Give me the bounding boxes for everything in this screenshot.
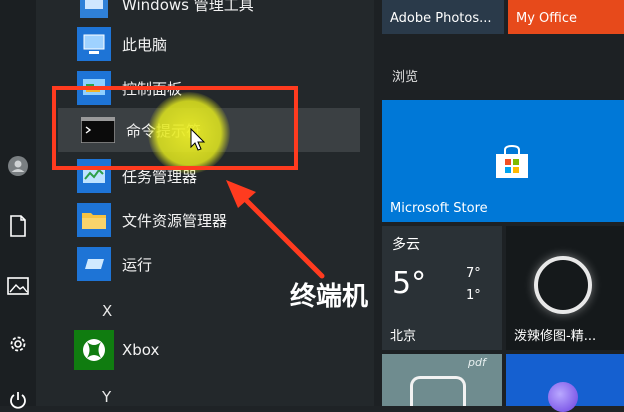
tile-label: 泼辣修图-精... <box>514 329 597 344</box>
admin-tools-icon <box>74 0 114 24</box>
letter-header-y[interactable]: Y <box>102 388 111 406</box>
folder-icon <box>74 200 114 240</box>
tile-weather[interactable]: 多云 5° 7° 1° 北京 <box>382 226 502 350</box>
document-icon[interactable] <box>6 214 30 238</box>
app-xbox[interactable]: Xbox <box>74 330 159 370</box>
letter-header-x[interactable]: X <box>102 302 112 320</box>
app-run[interactable]: 运行 <box>74 244 152 284</box>
start-menu-rail <box>0 0 36 409</box>
tile-pdf-app[interactable]: pdf <box>382 354 502 406</box>
weather-temp: 5° <box>392 266 427 301</box>
blue-orb-icon <box>548 382 578 412</box>
tile-area: Adobe Photos... My Office 浏览 Microsoft S… <box>374 0 624 412</box>
weather-city: 北京 <box>390 329 417 344</box>
app-this-pc[interactable]: 此电脑 <box>74 24 167 64</box>
power-icon[interactable] <box>6 388 30 412</box>
app-label: Xbox <box>122 341 160 359</box>
settings-gear-icon[interactable] <box>6 332 30 356</box>
app-file-explorer[interactable]: 文件资源管理器 <box>74 200 227 240</box>
tile-microsoft-store[interactable]: Microsoft Store <box>382 100 624 222</box>
run-icon <box>74 244 114 284</box>
pictures-icon[interactable] <box>6 274 30 298</box>
pdf-label: pdf <box>468 356 486 369</box>
tile-my-office[interactable]: My Office <box>508 0 624 34</box>
tile-label: My Office <box>516 11 577 26</box>
tile-label: Adobe Photos... <box>390 11 492 26</box>
tile-blue-app[interactable] <box>506 354 624 412</box>
weather-low: 1° <box>466 288 481 303</box>
app-label: 文件资源管理器 <box>122 211 228 230</box>
user-avatar-icon[interactable] <box>6 154 30 178</box>
store-bag-icon <box>494 144 530 184</box>
tile-wallpaper-app[interactable]: 泼辣修图-精... <box>506 226 624 350</box>
app-windows-admin-tools[interactable]: Windows 管理工具 <box>74 0 254 24</box>
ring-logo-icon <box>534 256 592 314</box>
app-list: Windows 管理工具 此电脑 控制面板 命令提示符 任务管理器 文件资源管理… <box>36 0 410 406</box>
tile-label: Microsoft Store <box>390 201 488 216</box>
app-label: 此电脑 <box>122 35 168 54</box>
computer-icon <box>74 24 114 64</box>
xbox-icon <box>74 330 114 370</box>
tile-adobe-photoshop[interactable]: Adobe Photos... <box>382 0 504 34</box>
pdf-shape-icon <box>410 376 466 406</box>
weather-condition: 多云 <box>392 237 420 253</box>
tile-section-title: 浏览 <box>392 70 419 85</box>
weather-high: 7° <box>466 266 481 281</box>
app-label: 运行 <box>122 255 153 274</box>
app-label: Windows 管理工具 <box>122 0 254 14</box>
highlight-box <box>52 86 298 170</box>
annotation-label: 终端机 <box>290 282 369 312</box>
